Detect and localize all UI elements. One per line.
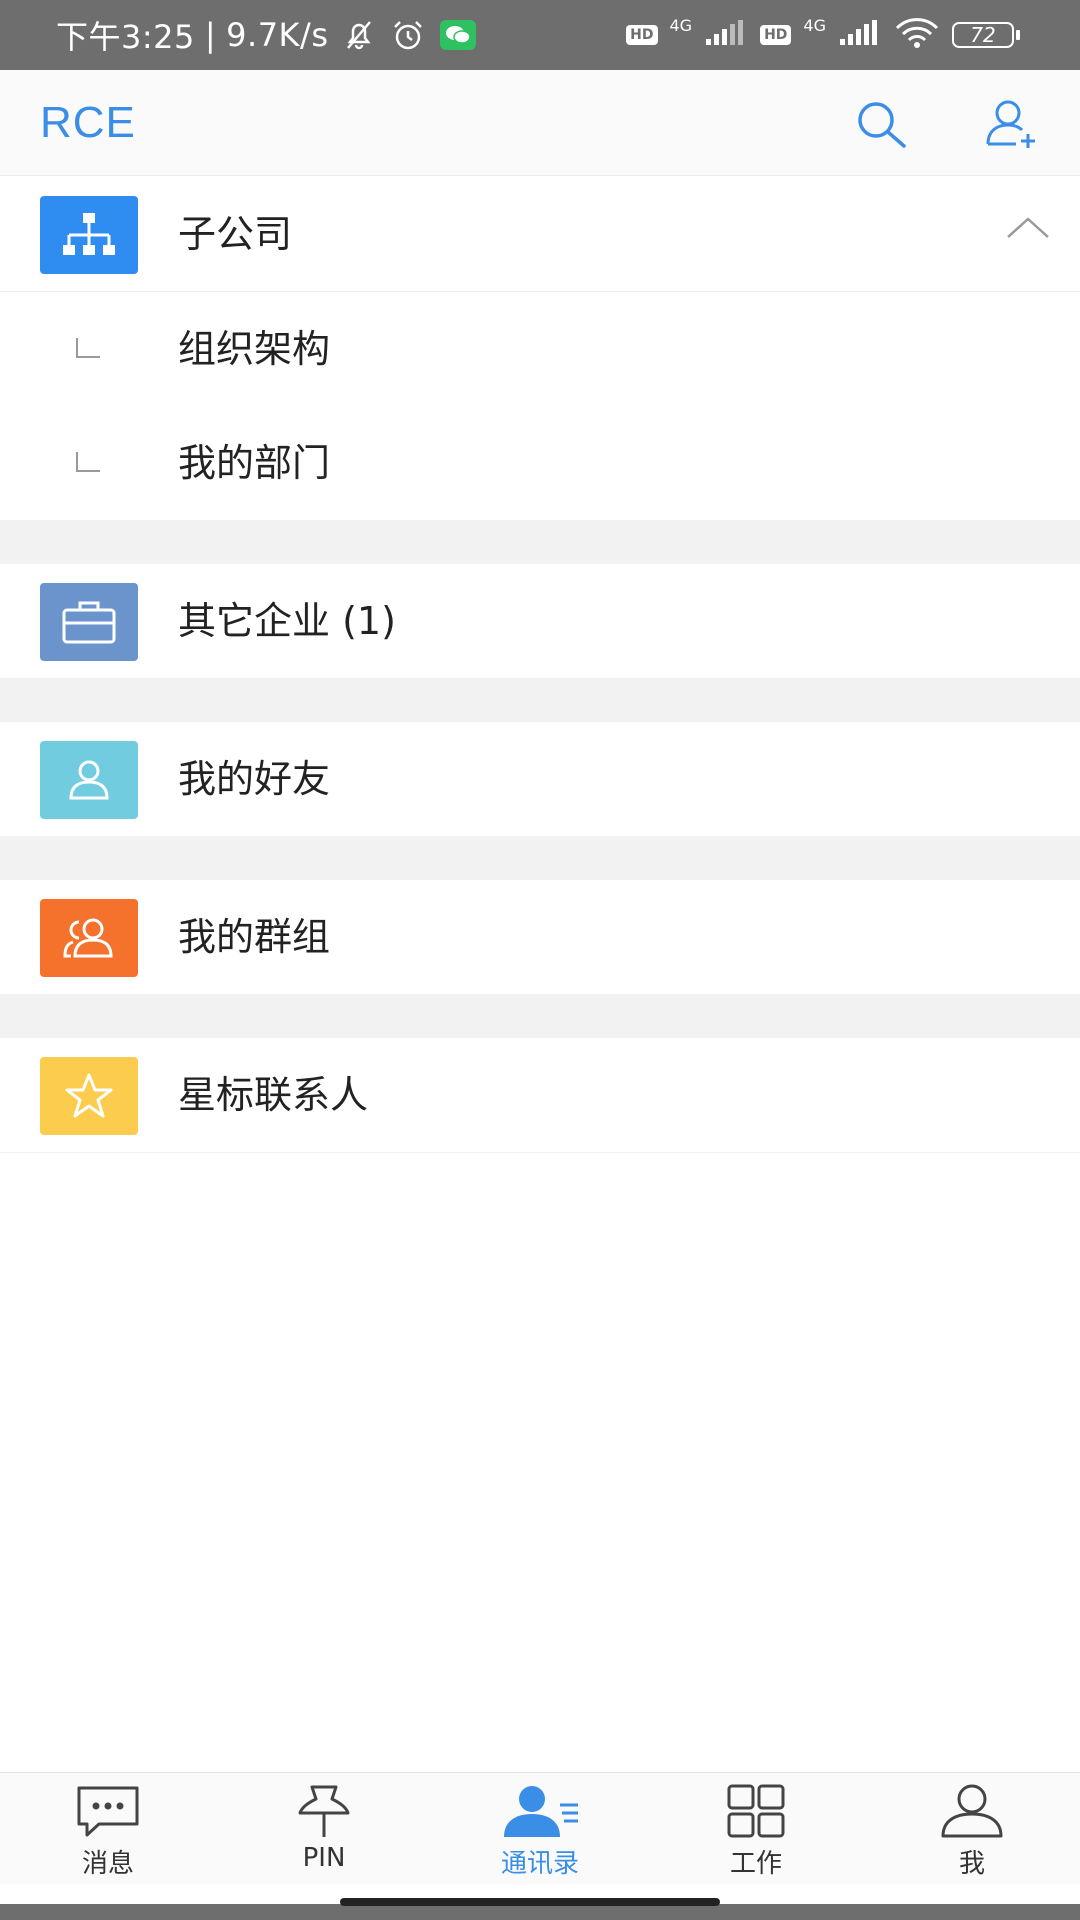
status-bar: 下午3:25 | 9.7K/s HD 4G HD 4G 72 (0, 0, 1080, 70)
group-icon (40, 899, 138, 977)
other-companies-label: 其它企业 (1) (178, 599, 396, 643)
contacts-icon (498, 1783, 582, 1839)
mute-bell-icon (342, 18, 376, 52)
status-left: 下午3:25 | 9.7K/s (56, 0, 477, 70)
app-title: RCE (40, 98, 136, 147)
chat-bubble-icon (75, 1783, 141, 1839)
sub-item-org-structure[interactable]: 组织架构 (0, 292, 1080, 406)
my-friends-label: 我的好友 (178, 757, 331, 801)
network-speed: 9.7K/s (226, 16, 329, 54)
search-icon (858, 102, 906, 148)
my-friends-row[interactable]: 我的好友 (0, 722, 1080, 836)
app-header: RCE (0, 70, 1080, 176)
starred-contacts-label: 星标联系人 (178, 1073, 369, 1117)
other-companies-row[interactable]: 其它企业 (1) (0, 564, 1080, 678)
nav-pin[interactable]: PIN (244, 1773, 404, 1885)
person-icon (40, 741, 138, 819)
section-gap (0, 520, 1080, 564)
sim1-hd-badge: HD (626, 25, 658, 45)
search-button[interactable] (852, 96, 912, 152)
nav-me[interactable]: 我 (892, 1773, 1052, 1885)
wifi-icon (894, 18, 940, 52)
nav-work-label: 工作 (729, 1849, 782, 1879)
starred-contacts-row[interactable]: 星标联系人 (0, 1038, 1080, 1152)
section-gap (0, 836, 1080, 880)
my-groups-row[interactable]: 我的群组 (0, 880, 1080, 994)
nav-messages-label: 消息 (81, 1849, 134, 1879)
system-nav-strip (0, 1904, 1080, 1920)
nav-contacts-label: 通讯录 (500, 1849, 579, 1879)
nav-contacts[interactable]: 通讯录 (460, 1773, 620, 1885)
sim1-network: 4G (669, 15, 693, 35)
alarm-clock-icon (390, 18, 426, 52)
sim2-network: 4G (803, 15, 826, 35)
star-icon (40, 1057, 138, 1135)
nav-work[interactable]: 工作 (676, 1773, 836, 1885)
nav-pin-label: PIN (302, 1843, 346, 1873)
signal-1-icon (704, 19, 748, 51)
tree-branch-icon (76, 338, 100, 358)
my-department-label: 我的部门 (178, 441, 331, 485)
briefcase-icon (40, 583, 138, 661)
status-right: HD 4G HD 4G 72 (626, 0, 1020, 70)
signal-2-icon (838, 19, 882, 51)
battery-tip (1016, 30, 1020, 40)
home-indicator[interactable] (340, 1898, 720, 1906)
section-gap (0, 994, 1080, 1038)
add-contact-icon (986, 100, 1035, 148)
org-structure-label: 组织架构 (178, 327, 331, 371)
add-contact-button[interactable] (982, 96, 1042, 152)
battery-indicator: 72 (952, 22, 1020, 48)
org-chart-icon (40, 196, 138, 274)
section-gap (0, 678, 1080, 722)
sim2-hd-badge: HD (760, 25, 792, 45)
subsidiary-row[interactable]: 子公司 (0, 177, 1080, 291)
grid-icon (726, 1783, 786, 1839)
wechat-icon (440, 20, 477, 50)
status-separator: | (204, 16, 217, 54)
subsidiary-label: 子公司 (178, 212, 293, 256)
divider (0, 1152, 1080, 1153)
my-groups-label: 我的群组 (178, 915, 331, 959)
sub-item-my-department[interactable]: 我的部门 (0, 406, 1080, 520)
chevron-up-icon[interactable] (1004, 207, 1052, 247)
status-time: 下午3:25 (56, 18, 195, 56)
bottom-nav: 消息 PIN 通讯录 工作 我 (0, 1772, 1080, 1884)
tree-branch-icon (76, 452, 100, 472)
nav-messages[interactable]: 消息 (28, 1773, 188, 1885)
nav-me-label: 我 (958, 1849, 985, 1879)
pushpin-icon (294, 1783, 354, 1839)
battery-level: 72 (952, 22, 1014, 48)
profile-icon (939, 1783, 1005, 1839)
